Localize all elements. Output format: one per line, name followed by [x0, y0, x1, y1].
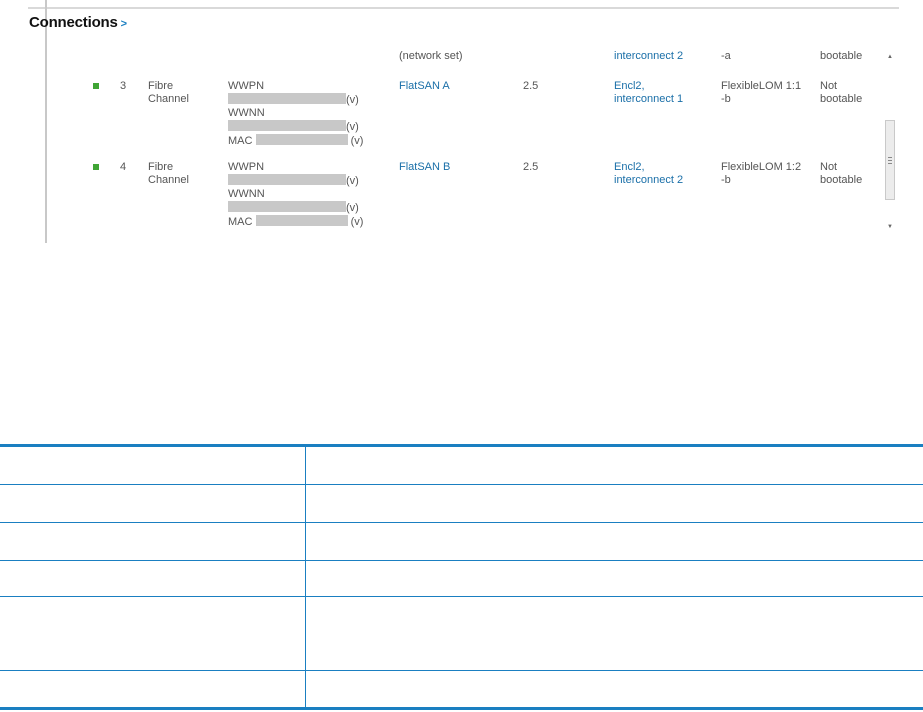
table-row — [0, 485, 923, 523]
boot-line2: bootable — [820, 174, 863, 186]
connection-type: Fibre Channel — [148, 161, 189, 187]
network-link[interactable]: FlatSAN A — [399, 80, 450, 93]
connection-addresses: WWPN (v) WWNN (v) MAC (v) — [228, 161, 363, 229]
connection-type-line1: Fibre — [148, 161, 174, 173]
connection-type-line2: Channel — [148, 174, 189, 186]
boot-line2: bootable — [820, 93, 863, 105]
mac-label: MAC — [228, 216, 253, 228]
column-divider — [305, 485, 306, 522]
network-link[interactable]: FlatSAN B — [399, 161, 450, 174]
partial-network-label: (network set) — [399, 50, 463, 62]
table-row — [0, 671, 923, 707]
adapter: FlexibleLOM 1:1 -b — [721, 80, 801, 106]
port-line2: interconnect 1 — [614, 93, 684, 105]
table-row — [0, 597, 923, 671]
wwpn-redacted — [228, 174, 346, 185]
port-line1: Encl2, — [614, 80, 645, 92]
mac-redacted — [255, 215, 348, 226]
boot: Not bootable — [820, 161, 862, 187]
adapter: FlexibleLOM 1:2 -b — [721, 161, 801, 187]
status-ok-icon — [93, 83, 99, 89]
bandwidth: 2.5 — [523, 161, 539, 173]
mac-label: MAC — [228, 135, 253, 147]
adapter-line1: FlexibleLOM 1:1 — [721, 80, 802, 92]
wwpn-virtual: (v) — [346, 94, 359, 106]
connections-heading[interactable]: Connections > — [29, 14, 127, 31]
connection-type: Fibre Channel — [148, 80, 189, 106]
wwnn-virtual: (v) — [346, 121, 359, 133]
grip-icon — [888, 157, 892, 166]
port-line1: Encl2, — [614, 161, 645, 173]
table-header-row — [0, 447, 923, 485]
table-row — [0, 561, 923, 597]
adapter-line2: -b — [721, 174, 731, 186]
chevron-right-icon: > — [120, 18, 127, 30]
port-link[interactable]: Encl2, interconnect 1 — [614, 80, 683, 106]
partial-boot: bootable — [820, 50, 863, 62]
table-row — [0, 523, 923, 561]
scroll-thumb[interactable] — [885, 120, 895, 200]
mac-virtual: (v) — [350, 135, 364, 147]
port-line2: interconnect 2 — [614, 174, 684, 186]
connections-panel — [45, 0, 901, 243]
adapter-line1: FlexibleLOM 1:2 — [721, 161, 802, 173]
boot-line1: Not — [820, 161, 838, 173]
wwpn-virtual: (v) — [346, 175, 359, 187]
wwnn-redacted — [228, 201, 346, 212]
partial-adapter: -a — [721, 50, 731, 62]
column-divider — [305, 671, 306, 707]
column-divider — [305, 597, 306, 670]
boot-line1: Not — [820, 80, 838, 92]
wwnn-label: WWNN — [228, 107, 265, 119]
wwpn-label: WWPN — [228, 80, 265, 92]
connections-title: Connections — [29, 14, 118, 31]
port-link[interactable]: Encl2, interconnect 2 — [614, 161, 683, 187]
wwpn-redacted — [228, 93, 346, 104]
connection-id: 4 — [120, 161, 127, 173]
wwpn-label: WWPN — [228, 161, 265, 173]
column-divider — [305, 447, 306, 484]
scroll-down-icon[interactable]: ▼ — [884, 222, 896, 232]
adapter-line2: -b — [721, 93, 731, 105]
connection-id: 3 — [120, 80, 127, 92]
connection-type-line2: Channel — [148, 93, 189, 105]
wwnn-virtual: (v) — [346, 202, 359, 214]
mac-redacted — [255, 134, 348, 145]
table-bottom-rule — [0, 707, 923, 710]
connection-addresses: WWPN (v) WWNN (v) MAC (v) — [228, 80, 363, 148]
vertical-scrollbar[interactable]: ▲ ▼ — [884, 52, 896, 232]
wwnn-label: WWNN — [228, 188, 265, 200]
bandwidth: 2.5 — [523, 80, 539, 92]
column-divider — [305, 523, 306, 560]
scroll-up-icon[interactable]: ▲ — [884, 52, 896, 62]
partial-port-link[interactable]: interconnect 2 — [614, 50, 683, 63]
connection-type-line1: Fibre — [148, 80, 174, 92]
mac-virtual: (v) — [350, 216, 364, 228]
column-divider — [305, 561, 306, 596]
boot: Not bootable — [820, 80, 862, 106]
status-ok-icon — [93, 164, 99, 170]
wwnn-redacted — [228, 120, 346, 131]
